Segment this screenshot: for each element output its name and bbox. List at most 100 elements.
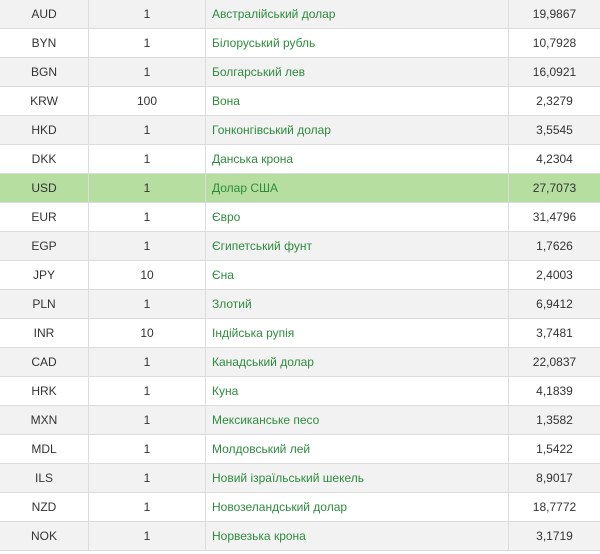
- currency-name-link[interactable]: Канадський долар: [212, 355, 314, 369]
- currency-name-cell: Долар США: [205, 173, 509, 203]
- exchange-rate: 4,1839: [508, 376, 600, 406]
- currency-units: 1: [88, 405, 206, 435]
- currency-name-cell: Гонконгівський долар: [205, 115, 509, 145]
- currency-name-link[interactable]: Євро: [212, 210, 240, 224]
- currency-name-link[interactable]: Болгарський лев: [212, 65, 305, 79]
- table-row: HKD 1 Гонконгівський долар 3,5545: [0, 115, 600, 145]
- currency-units: 1: [88, 0, 206, 29]
- table-row: EGP 1 Єгипетський фунт 1,7626: [0, 231, 600, 261]
- currency-name-cell: Новий ізраїльський шекель: [205, 463, 509, 493]
- currency-name-cell: Єна: [205, 260, 509, 290]
- exchange-rate: 2,4003: [508, 260, 600, 290]
- exchange-rate: 3,1719: [508, 521, 600, 551]
- currency-name-link[interactable]: Новий ізраїльський шекель: [212, 471, 364, 485]
- exchange-rate: 10,7928: [508, 28, 600, 58]
- currency-code: HRK: [0, 376, 89, 406]
- currency-code: PLN: [0, 289, 89, 319]
- table-row: HRK 1 Куна 4,1839: [0, 376, 600, 406]
- currency-code: INR: [0, 318, 89, 348]
- exchange-rate: 18,7772: [508, 492, 600, 522]
- currency-name-cell: Данська крона: [205, 144, 509, 174]
- exchange-rate: 3,5545: [508, 115, 600, 145]
- currency-name-link[interactable]: Долар США: [212, 181, 278, 195]
- exchange-rate: 1,5422: [508, 434, 600, 464]
- currency-code: NOK: [0, 521, 89, 551]
- table-row: DKK 1 Данська крона 4,2304: [0, 144, 600, 174]
- currency-name-cell: Мексиканське песо: [205, 405, 509, 435]
- currency-name-link[interactable]: Вона: [212, 94, 240, 108]
- currency-code: KRW: [0, 86, 89, 116]
- exchange-rates-table: AUD 1 Австралійський долар 19,9867 BYN 1 Білор…: [0, 0, 600, 551]
- exchange-rate: 6,9412: [508, 289, 600, 319]
- currency-units: 1: [88, 115, 206, 145]
- currency-name-link[interactable]: Молдовський лей: [212, 442, 310, 456]
- exchange-rate: 2,3279: [508, 86, 600, 116]
- currency-name-link[interactable]: Гонконгівський долар: [212, 123, 331, 137]
- currency-name-link[interactable]: Данська крона: [212, 152, 293, 166]
- currency-code: MDL: [0, 434, 89, 464]
- currency-name-link[interactable]: Австралійський долар: [212, 7, 335, 21]
- currency-name-link[interactable]: Єгипетський фунт: [212, 239, 312, 253]
- currency-name-cell: Вона: [205, 86, 509, 116]
- exchange-rate: 4,2304: [508, 144, 600, 174]
- table-row: MDL 1 Молдовський лей 1,5422: [0, 434, 600, 464]
- exchange-rate: 31,4796: [508, 202, 600, 232]
- table-row: INR 10 Індійська рупія 3,7481: [0, 318, 600, 348]
- currency-name-cell: Болгарський лев: [205, 57, 509, 87]
- currency-units: 1: [88, 492, 206, 522]
- currency-units: 1: [88, 289, 206, 319]
- currency-code: NZD: [0, 492, 89, 522]
- currency-units: 100: [88, 86, 206, 116]
- currency-code: CAD: [0, 347, 89, 377]
- currency-name-cell: Індійська рупія: [205, 318, 509, 348]
- currency-code: USD: [0, 173, 89, 203]
- currency-units: 1: [88, 376, 206, 406]
- currency-name-link[interactable]: Індійська рупія: [212, 326, 294, 340]
- currency-name-cell: Новозеландський долар: [205, 492, 509, 522]
- currency-units: 1: [88, 434, 206, 464]
- currency-name-link[interactable]: Злотий: [212, 297, 252, 311]
- exchange-rate: 19,9867: [508, 0, 600, 29]
- currency-units: 1: [88, 463, 206, 493]
- exchange-rate: 3,7481: [508, 318, 600, 348]
- currency-name-link[interactable]: Новозеландський долар: [212, 500, 347, 514]
- currency-units: 1: [88, 347, 206, 377]
- currency-units: 1: [88, 202, 206, 232]
- currency-code: DKK: [0, 144, 89, 174]
- table-row: MXN 1 Мексиканське песо 1,3582: [0, 405, 600, 435]
- currency-code: BYN: [0, 28, 89, 58]
- currency-units: 10: [88, 318, 206, 348]
- currency-name-link[interactable]: Єна: [212, 268, 234, 282]
- currency-name-cell: Єгипетський фунт: [205, 231, 509, 261]
- currency-name-link[interactable]: Куна: [212, 384, 238, 398]
- currency-name-cell: Канадський долар: [205, 347, 509, 377]
- currency-name-link[interactable]: Норвезька крона: [212, 529, 306, 543]
- currency-code: BGN: [0, 57, 89, 87]
- currency-code: MXN: [0, 405, 89, 435]
- currency-code: EUR: [0, 202, 89, 232]
- currency-units: 1: [88, 231, 206, 261]
- table-row: AUD 1 Австралійський долар 19,9867: [0, 0, 600, 29]
- table-row: BYN 1 Білоруський рубль 10,7928: [0, 28, 600, 58]
- exchange-rates-body: AUD 1 Австралійський долар 19,9867 BYN 1 Білор…: [0, 0, 600, 551]
- currency-name-link[interactable]: Білоруський рубль: [212, 36, 315, 50]
- exchange-rate: 27,7073: [508, 173, 600, 203]
- exchange-rate: 1,7626: [508, 231, 600, 261]
- currency-code: AUD: [0, 0, 89, 29]
- currency-code: EGP: [0, 231, 89, 261]
- currency-name-cell: Білоруський рубль: [205, 28, 509, 58]
- currency-name-cell: Злотий: [205, 289, 509, 319]
- currency-name-link[interactable]: Мексиканське песо: [212, 413, 319, 427]
- exchange-rate: 22,0837: [508, 347, 600, 377]
- currency-units: 1: [88, 144, 206, 174]
- currency-code: HKD: [0, 115, 89, 145]
- currency-name-cell: Норвезька крона: [205, 521, 509, 551]
- currency-name-cell: Куна: [205, 376, 509, 406]
- currency-units: 1: [88, 521, 206, 551]
- currency-code: ILS: [0, 463, 89, 493]
- table-row: PLN 1 Злотий 6,9412: [0, 289, 600, 319]
- currency-name-cell: Молдовський лей: [205, 434, 509, 464]
- exchange-rate: 8,9017: [508, 463, 600, 493]
- currency-units: 1: [88, 173, 206, 203]
- exchange-rate: 1,3582: [508, 405, 600, 435]
